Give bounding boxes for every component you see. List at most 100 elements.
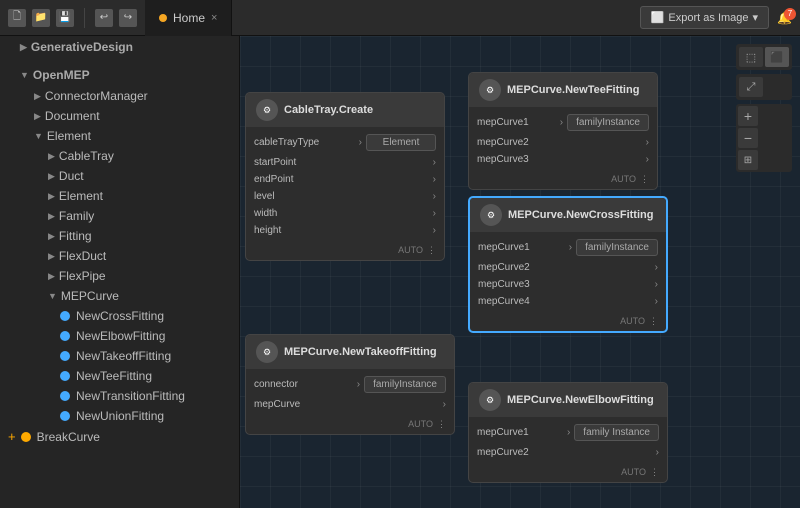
undo-icon[interactable]: ↩ bbox=[95, 9, 113, 27]
node-cable-tray-create[interactable]: ⚙ CableTray.Create cableTrayType › Eleme… bbox=[245, 92, 445, 261]
sidebar-item-family[interactable]: ▶ Family bbox=[0, 206, 239, 226]
view-2d-button[interactable]: ⬛ bbox=[765, 47, 789, 67]
port-output[interactable]: familyInstance bbox=[567, 114, 649, 131]
port-arrow-icon: › bbox=[656, 447, 659, 458]
sidebar-label: FlexPipe bbox=[59, 269, 106, 283]
sidebar-label: NewUnionFitting bbox=[76, 409, 164, 423]
footer-menu-icon[interactable]: ⋮ bbox=[650, 467, 659, 478]
canvas-toolbar: ⬚ ⬛ ⤢ + − ⊞ bbox=[736, 44, 792, 172]
port-arrow-icon: › bbox=[655, 296, 658, 307]
export-button[interactable]: ⬜ Export as Image ▾ bbox=[640, 6, 769, 29]
sidebar-label: ConnectorManager bbox=[45, 89, 148, 103]
sidebar-item-element[interactable]: ▼ Element bbox=[0, 126, 239, 146]
sidebar-item-new-transition-fitting[interactable]: NewTransitionFitting bbox=[0, 386, 239, 406]
sidebar-label: Element bbox=[47, 129, 91, 143]
sidebar-label: NewCrossFitting bbox=[76, 309, 164, 323]
node-header: ⚙ MEPCurve.NewTakeoffFitting bbox=[246, 335, 454, 369]
sidebar-item-flex-pipe[interactable]: ▶ FlexPipe bbox=[0, 266, 239, 286]
sidebar-item-new-tee-fitting[interactable]: NewTeeFitting bbox=[0, 366, 239, 386]
sidebar-item-open-mep[interactable]: ▼ OpenMEP bbox=[0, 64, 239, 86]
folder-icon[interactable]: 📁 bbox=[32, 9, 50, 27]
node-icon: ⚙ bbox=[256, 341, 278, 363]
port-output[interactable]: family Instance bbox=[574, 424, 659, 441]
sidebar-item-fitting[interactable]: ▶ Fitting bbox=[0, 226, 239, 246]
top-bar-right: ⬜ Export as Image ▾ 🔔 7 bbox=[640, 6, 792, 29]
redo-icon[interactable]: ↪ bbox=[119, 9, 137, 27]
zoom-out-button[interactable]: − bbox=[738, 128, 758, 148]
footer-menu-icon[interactable]: ⋮ bbox=[640, 174, 649, 185]
sidebar-item-break-curve[interactable]: + BreakCurve bbox=[0, 426, 239, 447]
arrow-icon: ▼ bbox=[34, 131, 43, 141]
port-mepCurve3: mepCurve3 › bbox=[470, 276, 666, 293]
footer-auto: AUTO bbox=[611, 174, 636, 185]
view-mode-buttons: ⬚ ⬛ bbox=[736, 44, 792, 70]
port-output-element[interactable]: Element bbox=[366, 134, 436, 151]
fit-view-button[interactable]: ⤢ bbox=[739, 77, 763, 97]
sidebar-label: Family bbox=[59, 209, 94, 223]
tabs-area: Home × bbox=[145, 0, 640, 36]
sidebar-label: NewTransitionFitting bbox=[76, 389, 185, 403]
dot-icon bbox=[60, 391, 70, 401]
dot-icon bbox=[60, 311, 70, 321]
node-mep-curve-new-tee[interactable]: ⚙ MEPCurve.NewTeeFitting mepCurve1 › fam… bbox=[468, 72, 658, 190]
notification-badge: 7 bbox=[784, 8, 796, 20]
port-arrow-icon: › bbox=[560, 117, 563, 128]
port-label: mepCurve2 bbox=[477, 137, 642, 148]
port-arrow-icon: › bbox=[433, 208, 436, 219]
sidebar-item-connector-manager[interactable]: ▶ ConnectorManager bbox=[0, 86, 239, 106]
node-header: ⚙ MEPCurve.NewTeeFitting bbox=[469, 73, 657, 107]
sidebar-label: NewTeeFitting bbox=[76, 369, 152, 383]
node-mep-curve-new-elbow[interactable]: ⚙ MEPCurve.NewElbowFitting mepCurve1 › f… bbox=[468, 382, 668, 483]
sidebar-label: NewTakeoffFitting bbox=[76, 349, 171, 363]
home-tab[interactable]: Home × bbox=[145, 0, 232, 36]
sidebar-item-mep-curve[interactable]: ▼ MEPCurve bbox=[0, 286, 239, 306]
sidebar-label: FlexDuct bbox=[59, 249, 106, 263]
port-mepCurve2: mepCurve2 › bbox=[469, 444, 667, 461]
port-arrow-icon: › bbox=[655, 279, 658, 290]
port-output[interactable]: familyInstance bbox=[364, 376, 446, 393]
sidebar-item-new-takeoff-fitting[interactable]: NewTakeoffFitting bbox=[0, 346, 239, 366]
tab-close-button[interactable]: × bbox=[211, 12, 217, 24]
zoom-reset-button[interactable]: ⊞ bbox=[738, 150, 758, 170]
toolbar-separator bbox=[84, 8, 85, 28]
footer-menu-icon[interactable]: ⋮ bbox=[437, 419, 446, 430]
node-body: mepCurve1 › familyInstance mepCurve2 › m… bbox=[469, 107, 657, 172]
sidebar-item-duct[interactable]: ▶ Duct bbox=[0, 166, 239, 186]
bell-button[interactable]: 🔔 7 bbox=[777, 11, 792, 25]
zoom-in-button[interactable]: + bbox=[738, 106, 758, 126]
port-arrow-icon: › bbox=[646, 137, 649, 148]
port-label: mepCurve1 bbox=[477, 427, 563, 438]
node-mep-curve-new-takeoff[interactable]: ⚙ MEPCurve.NewTakeoffFitting connector ›… bbox=[245, 334, 455, 435]
canvas-area[interactable]: ⬚ ⬛ ⤢ + − ⊞ ⚙ CableTray.Create cableTray… bbox=[240, 36, 800, 508]
fit-view-buttons: ⤢ bbox=[736, 74, 792, 100]
node-title: CableTray.Create bbox=[284, 104, 373, 116]
sidebar-item-generative-design[interactable]: ▶ GenerativeDesign bbox=[0, 36, 239, 58]
node-title: MEPCurve.NewElbowFitting bbox=[507, 394, 654, 406]
port-output[interactable]: familyInstance bbox=[576, 239, 658, 256]
sidebar-item-new-union-fitting[interactable]: NewUnionFitting bbox=[0, 406, 239, 426]
sidebar-item-document[interactable]: ▶ Document bbox=[0, 106, 239, 126]
sidebar-label: Duct bbox=[59, 169, 84, 183]
footer-auto: AUTO bbox=[620, 316, 645, 327]
port-arrow-icon: › bbox=[567, 427, 570, 438]
arrow-icon: ▶ bbox=[48, 191, 55, 202]
arrow-icon: ▶ bbox=[48, 151, 55, 162]
port-label: connector bbox=[254, 379, 353, 390]
dot-icon bbox=[60, 331, 70, 341]
sidebar-label: Element bbox=[59, 189, 103, 203]
footer-menu-icon[interactable]: ⋮ bbox=[427, 245, 436, 256]
node-mep-curve-new-cross[interactable]: ⚙ MEPCurve.NewCrossFitting mepCurve1 › f… bbox=[468, 196, 668, 333]
file-icon[interactable]: 🗋 bbox=[8, 9, 26, 27]
arrow-icon: ▶ bbox=[48, 171, 55, 182]
sidebar-item-new-elbow-fitting[interactable]: NewElbowFitting bbox=[0, 326, 239, 346]
sidebar-item-flex-duct[interactable]: ▶ FlexDuct bbox=[0, 246, 239, 266]
port-endPoint: endPoint › bbox=[246, 171, 444, 188]
footer-menu-icon[interactable]: ⋮ bbox=[649, 316, 658, 327]
sidebar-item-cable-tray[interactable]: ▶ CableTray bbox=[0, 146, 239, 166]
sidebar-item-new-cross-fitting[interactable]: NewCrossFitting bbox=[0, 306, 239, 326]
view-3d-button[interactable]: ⬚ bbox=[739, 47, 763, 67]
save-icon[interactable]: 💾 bbox=[56, 9, 74, 27]
sidebar-item-element2[interactable]: ▶ Element bbox=[0, 186, 239, 206]
sidebar-label: CableTray bbox=[59, 149, 114, 163]
node-header: ⚙ MEPCurve.NewElbowFitting bbox=[469, 383, 667, 417]
